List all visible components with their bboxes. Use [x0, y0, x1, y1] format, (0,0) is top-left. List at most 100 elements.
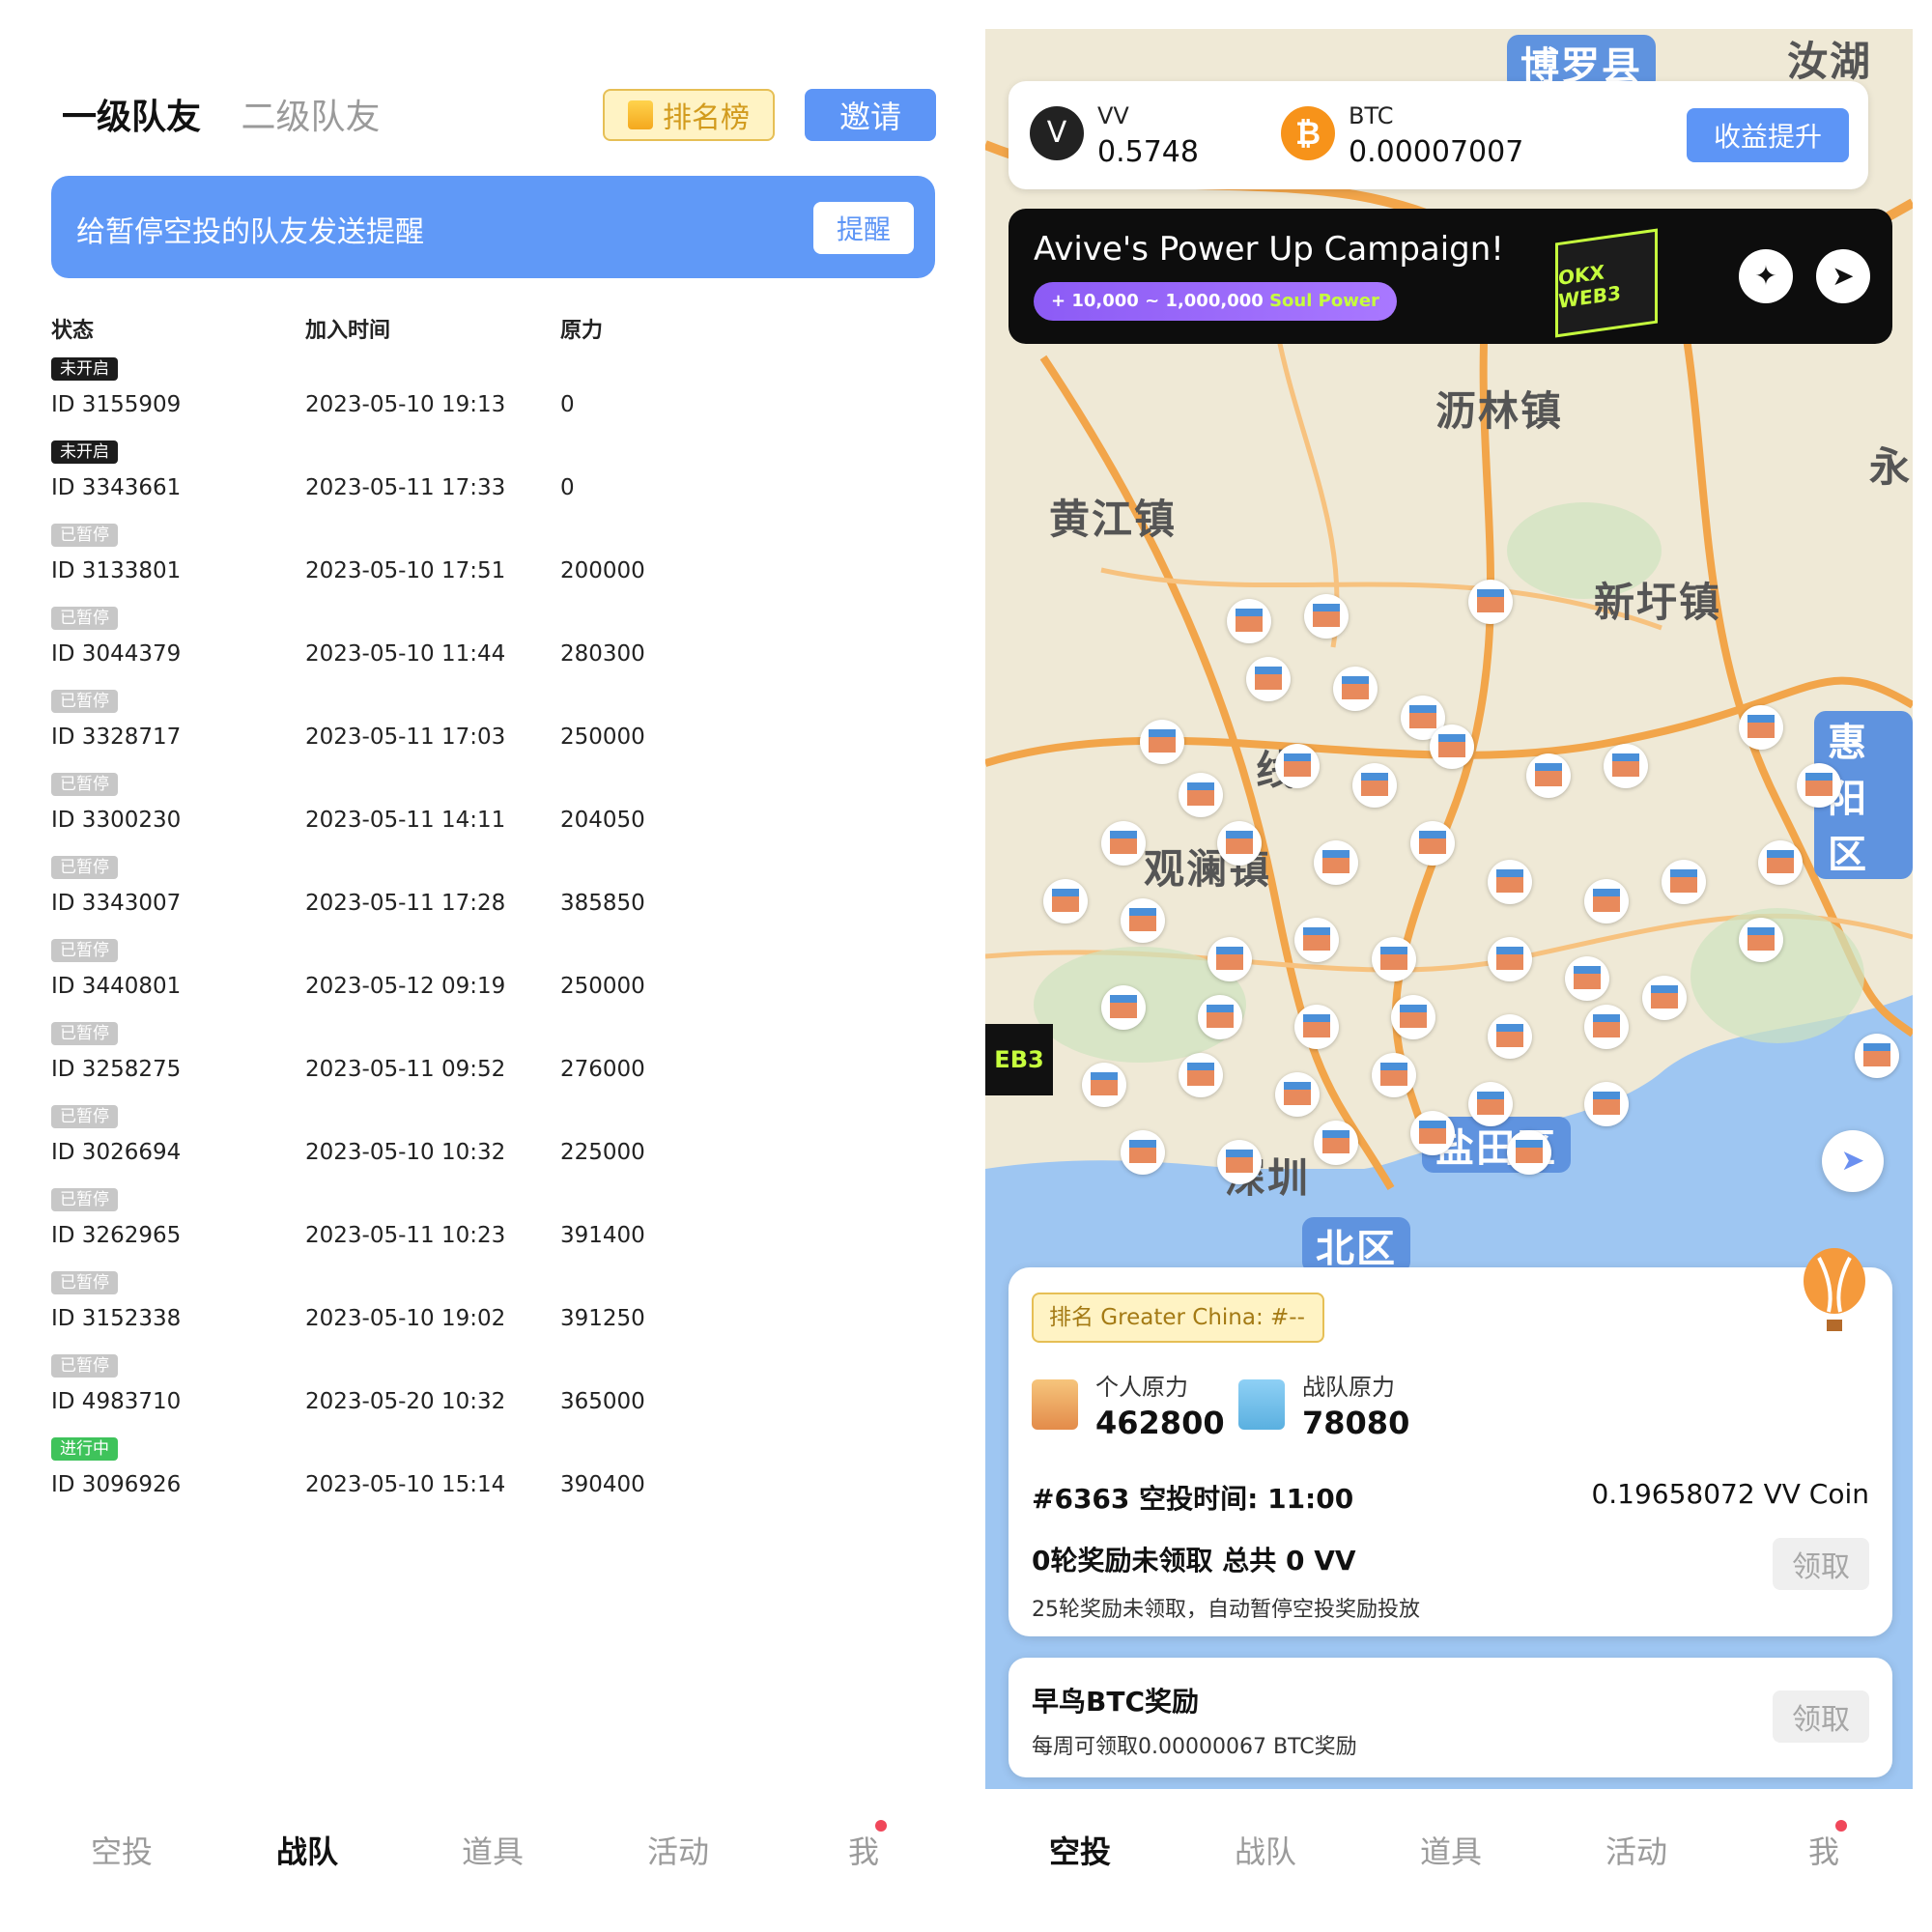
airdrop-panel: 博罗县 汝湖镇 沥林镇 永 黄江镇 新圩镇 惠阳区 观澜镇 线 盐田区 深圳 北… — [985, 0, 1913, 1932]
nav-item[interactable]: 我 — [1808, 1828, 1839, 1872]
shop-pin-icon[interactable] — [1488, 1014, 1532, 1059]
shop-pin-icon[interactable] — [1584, 879, 1629, 923]
shop-roof-icon — [1593, 1092, 1620, 1115]
shop-pin-icon[interactable] — [1584, 1082, 1629, 1126]
shop-pin-icon[interactable] — [1246, 657, 1291, 701]
shop-pin-icon[interactable] — [1855, 1034, 1899, 1078]
shop-roof-icon — [1496, 869, 1523, 893]
join-time: 2023-05-11 14:11 — [305, 808, 506, 833]
rank-chip[interactable]: 排名 Greater China: #-- — [1032, 1293, 1324, 1343]
rank-button[interactable]: 排名榜 — [603, 89, 775, 141]
shop-pin-icon[interactable] — [1294, 1005, 1339, 1049]
shop-pin-icon[interactable] — [1488, 860, 1532, 904]
nav-item[interactable]: 战队 — [276, 1828, 338, 1872]
boost-earnings-button[interactable]: 收益提升 — [1687, 108, 1849, 162]
shop-roof-icon — [1149, 729, 1176, 753]
campaign-reward-unit: Soul Power — [1269, 291, 1379, 311]
shop-pin-icon[interactable] — [1121, 1130, 1165, 1175]
status-badge: 已暂停 — [51, 607, 118, 630]
shop-pin-icon[interactable] — [1604, 744, 1648, 788]
shop-pin-icon[interactable] — [1179, 1053, 1223, 1097]
shop-pin-icon[interactable] — [1101, 821, 1146, 866]
table-row: 进行中 ID 3096926 2023-05-10 15:14 390400 — [51, 1437, 921, 1520]
nav-item[interactable]: 活动 — [647, 1828, 709, 1872]
shop-pin-icon[interactable] — [1391, 995, 1435, 1039]
shop-roof-icon — [1535, 763, 1562, 786]
shop-pin-icon[interactable] — [1082, 1063, 1126, 1107]
locate-icon[interactable]: ➤ — [1822, 1130, 1884, 1192]
shop-pin-icon[interactable] — [1352, 763, 1397, 808]
btc-reward-card: 早鸟BTC奖励 每周可领取0.00000067 BTC奖励 领取 — [1009, 1658, 1892, 1777]
nav-item[interactable]: 道具 — [462, 1828, 524, 1872]
column-header-status: 状态 — [51, 319, 95, 343]
join-time: 2023-05-12 09:19 — [305, 974, 506, 999]
campaign-reward-pill: + 10,000 ~ 1,000,000 Soul Power — [1034, 282, 1397, 321]
status-badge: 已暂停 — [51, 773, 118, 796]
shop-roof-icon — [1226, 831, 1253, 854]
tab-level-2[interactable]: 二级队友 — [241, 89, 380, 139]
shop-pin-icon[interactable] — [1468, 1082, 1513, 1126]
shop-roof-icon — [1593, 889, 1620, 912]
shop-pin-icon[interactable] — [1227, 599, 1271, 643]
shop-pin-icon[interactable] — [1314, 1121, 1358, 1165]
shop-roof-icon — [1129, 1140, 1156, 1163]
shop-pin-icon[interactable] — [1372, 937, 1416, 981]
shop-pin-icon[interactable] — [1140, 720, 1184, 764]
shop-roof-icon — [1303, 927, 1330, 951]
shop-pin-icon[interactable] — [1430, 724, 1474, 769]
invite-button[interactable]: 邀请 — [805, 89, 936, 141]
shop-pin-icon[interactable] — [1294, 918, 1339, 962]
nav-item[interactable]: 活动 — [1605, 1828, 1667, 1872]
shop-pin-icon[interactable] — [1565, 956, 1609, 1001]
shop-pin-icon[interactable] — [1488, 937, 1532, 981]
tab-level-1[interactable]: 一级队友 — [62, 89, 201, 139]
shop-pin-icon[interactable] — [1739, 705, 1783, 750]
shop-pin-icon[interactable] — [1584, 1005, 1629, 1049]
status-badge: 未开启 — [51, 357, 118, 381]
shop-pin-icon[interactable] — [1217, 821, 1262, 866]
shop-pin-icon[interactable] — [1333, 667, 1378, 711]
shop-pin-icon[interactable] — [1662, 860, 1706, 904]
status-badge: 已暂停 — [51, 690, 118, 713]
shop-pin-icon[interactable] — [1372, 1053, 1416, 1097]
twitter-icon[interactable]: ✦ — [1739, 249, 1793, 303]
shop-pin-icon[interactable] — [1410, 821, 1455, 866]
shop-pin-icon[interactable] — [1526, 753, 1571, 798]
shop-pin-icon[interactable] — [1208, 937, 1252, 981]
shop-pin-icon[interactable] — [1797, 763, 1841, 808]
shop-pin-icon[interactable] — [1198, 995, 1242, 1039]
teammate-id: ID 3133801 — [51, 558, 182, 583]
claim-button[interactable]: 领取 — [1773, 1538, 1869, 1590]
shop-roof-icon — [1303, 1014, 1330, 1037]
remind-button[interactable]: 提醒 — [813, 202, 914, 254]
shop-pin-icon[interactable] — [1468, 580, 1513, 624]
shop-pin-icon[interactable] — [1043, 879, 1088, 923]
power-value: 225000 — [560, 1140, 645, 1165]
okx-web3-badge[interactable]: EB3 — [985, 1024, 1053, 1095]
shop-pin-icon[interactable] — [1179, 773, 1223, 817]
shop-pin-icon[interactable] — [1275, 1072, 1320, 1117]
power-value: 385850 — [560, 891, 645, 916]
nav-item[interactable]: 我 — [848, 1828, 879, 1872]
shop-pin-icon[interactable] — [1121, 898, 1165, 943]
personal-building-icon — [1032, 1379, 1078, 1430]
campaign-banner[interactable]: Avive's Power Up Campaign! + 10,000 ~ 1,… — [1009, 209, 1892, 344]
nav-item[interactable]: 空投 — [1049, 1828, 1111, 1872]
nav-item[interactable]: 空投 — [91, 1828, 153, 1872]
nav-item[interactable]: 战队 — [1235, 1828, 1296, 1872]
btc-claim-button[interactable]: 领取 — [1773, 1690, 1869, 1743]
shop-pin-icon[interactable] — [1275, 744, 1320, 788]
shop-pin-icon[interactable] — [1304, 594, 1349, 639]
shop-pin-icon[interactable] — [1410, 1111, 1455, 1155]
shop-pin-icon[interactable] — [1101, 985, 1146, 1030]
shop-pin-icon[interactable] — [1758, 840, 1803, 885]
shop-pin-icon[interactable] — [1507, 1130, 1551, 1175]
nav-item[interactable]: 道具 — [1420, 1828, 1482, 1872]
airdrop-stats-card: 排名 Greater China: #-- 个人原力 462800 战队原力 7… — [1009, 1248, 1892, 1636]
shop-pin-icon[interactable] — [1217, 1140, 1262, 1184]
telegram-icon[interactable]: ➤ — [1816, 249, 1870, 303]
shop-pin-icon[interactable] — [1314, 840, 1358, 885]
shop-pin-icon[interactable] — [1739, 918, 1783, 962]
shop-roof-icon — [1438, 734, 1465, 757]
shop-pin-icon[interactable] — [1642, 976, 1687, 1020]
